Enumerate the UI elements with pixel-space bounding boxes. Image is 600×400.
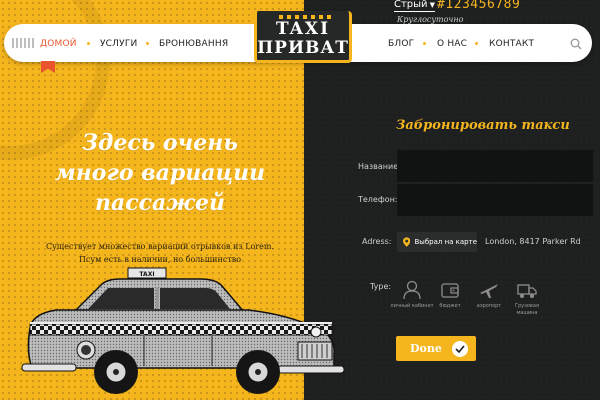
nav-item-booking[interactable]: БРОНЮВАННЯ (159, 39, 228, 49)
address-value: London, 8417 Parker Rd (485, 237, 581, 246)
person-icon (403, 280, 421, 300)
truck-icon (517, 284, 537, 298)
check-icon (451, 340, 468, 357)
city-selector[interactable]: Стрый ▼ (394, 0, 435, 12)
logo-text-bottom: ПРИВАТ (257, 38, 349, 58)
name-label: Название: (358, 162, 401, 171)
nav-item-services[interactable]: УСЛУГИ (100, 39, 137, 49)
phone-input[interactable] (397, 184, 593, 216)
nav-item-about[interactable]: О НАС (437, 39, 467, 49)
logo-text-top: TAXI (275, 19, 331, 39)
nav-item-contact[interactable]: КОНТАКТ (489, 39, 534, 49)
map-button-label: Выбрал на карте (414, 238, 477, 246)
type-option-truck[interactable]: Грузовая машина (504, 279, 550, 317)
type-option-label: Грузовая машина (515, 303, 539, 316)
search-icon[interactable] (570, 38, 582, 50)
done-button[interactable]: Done (396, 336, 476, 361)
done-button-label: Done (410, 342, 442, 355)
wallet-icon (441, 283, 459, 298)
caret-down-icon: ▼ (429, 1, 435, 9)
hero-title: Здесь очень много вариации пассажей (40, 128, 280, 218)
address-label: Adress: (362, 237, 392, 246)
taxi-roof-sign: TAXI (139, 271, 154, 278)
phone-number[interactable]: #123456789 (437, 0, 520, 12)
nav-separator (146, 42, 149, 45)
nav-separator (475, 42, 478, 45)
map-pin-icon (403, 237, 411, 247)
type-label: Type: (370, 282, 392, 291)
nav-separator (423, 42, 426, 45)
logo[interactable]: TAXI ПРИВАТ (254, 11, 352, 63)
phone-label: Телефон: (358, 195, 398, 204)
name-input[interactable] (397, 150, 593, 182)
hero-title-line: много вариации (54, 160, 266, 186)
hero-description-line: Существует множество вариаций отрывков и… (45, 242, 275, 251)
nav-item-home[interactable]: ДОМОЙ (40, 39, 77, 49)
hero-title-line: пассажей (94, 190, 225, 216)
taxi-car-illustration: TAXI (21, 267, 345, 394)
airplane-icon (480, 284, 498, 298)
nav-separator (87, 42, 90, 45)
working-hours: Круглосуточно (397, 15, 464, 24)
choose-on-map-button[interactable]: Выбрал на карте (397, 232, 477, 252)
nav-decoration (12, 38, 34, 48)
booking-form-title: Забронировать такси (396, 118, 570, 133)
hero-title-line: Здесь очень (82, 130, 238, 156)
nav-item-blog[interactable]: БЛОГ (388, 39, 414, 49)
city-label: Стрый (394, 0, 428, 10)
